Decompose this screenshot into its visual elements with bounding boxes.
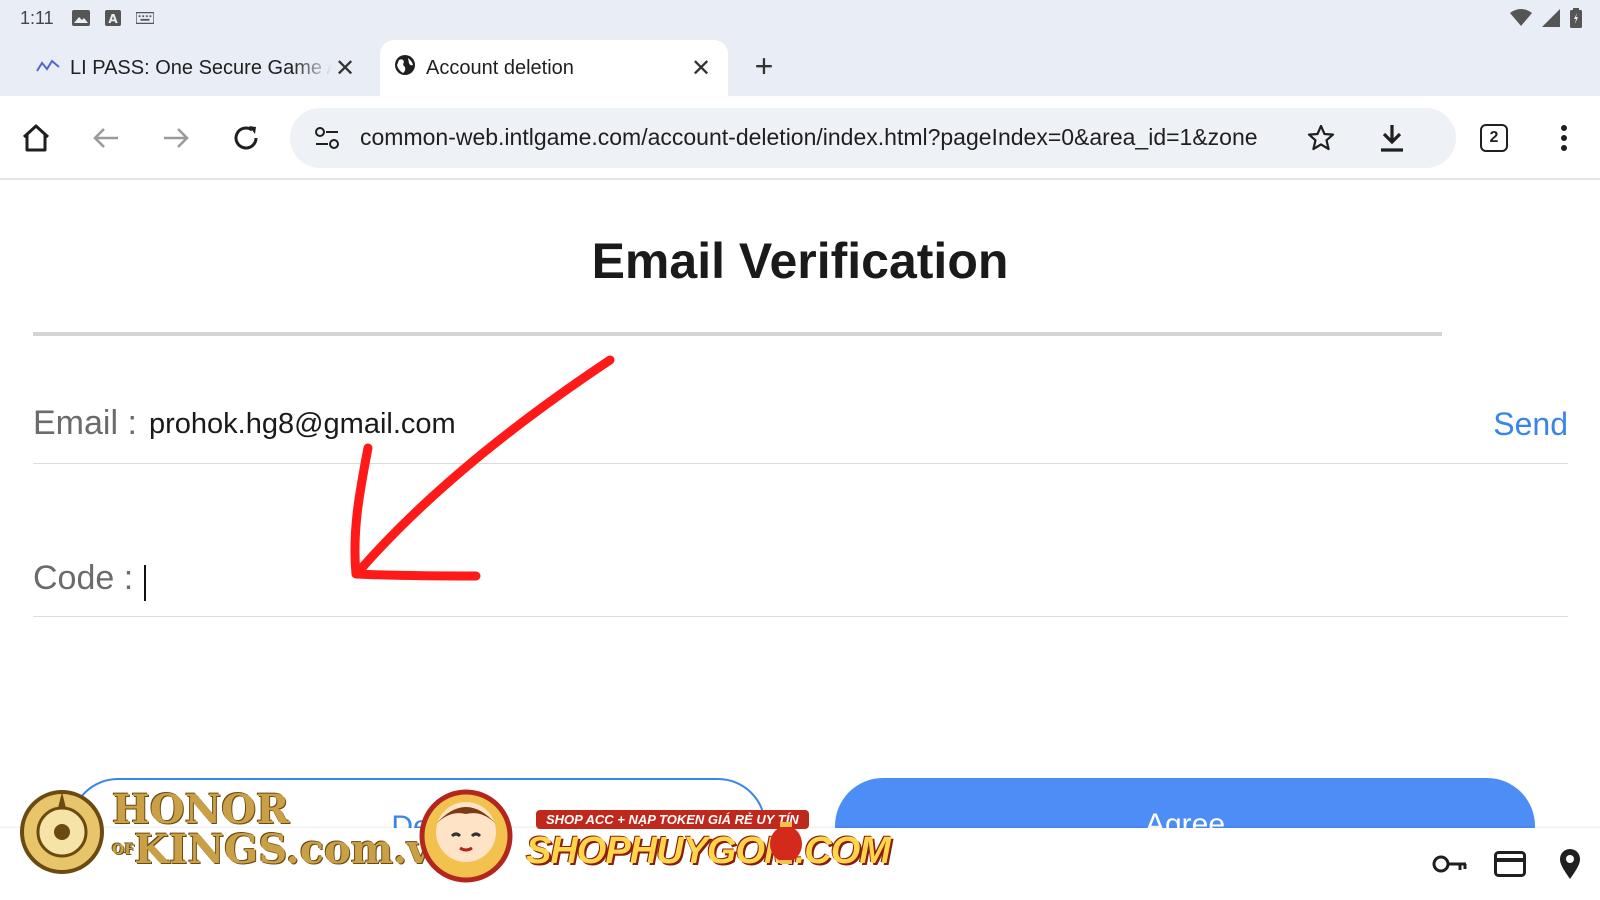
chibi-mascot-icon	[419, 789, 513, 883]
watermark-of: OF	[112, 842, 135, 858]
key-icon[interactable]	[1430, 846, 1470, 882]
watermark-logo: HONOR OFKINGS.com.vn SHOP ACC + NẠP TOKE…	[16, 780, 891, 884]
credit-card-icon[interactable]	[1490, 846, 1530, 882]
honor-of-kings-emblem-icon	[20, 790, 104, 874]
red-arrow-annotation	[350, 355, 615, 581]
browser-screen: 1:11 A LI PASS: One Secure Game A ✕ Acco…	[0, 0, 1600, 900]
location-pin-icon[interactable]	[1550, 846, 1590, 882]
red-lantern-icon	[770, 822, 802, 864]
watermark-brand: SHOPHUYGOM.COM	[526, 830, 891, 872]
